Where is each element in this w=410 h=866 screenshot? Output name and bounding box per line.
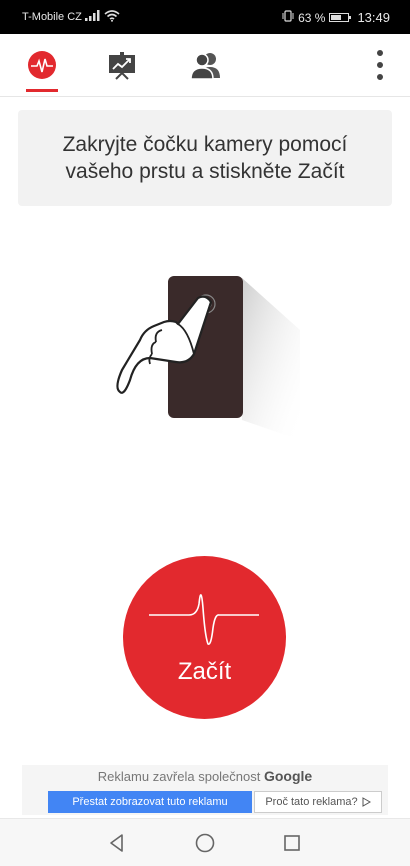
finger-on-phone-camera-icon bbox=[110, 270, 310, 440]
start-button[interactable]: Začít bbox=[123, 556, 286, 719]
ad-closed-brand: Google bbox=[263, 768, 313, 784]
ad-closed-text: Reklamu zavřela společnost bbox=[97, 769, 261, 784]
start-button-label: Začít bbox=[177, 658, 232, 685]
home-icon[interactable] bbox=[191, 829, 219, 857]
adchoices-icon bbox=[362, 797, 371, 807]
instruction-card: Zakryjte čočku kamery pomocí vašeho prst… bbox=[18, 110, 392, 206]
more-vertical-icon[interactable] bbox=[368, 50, 392, 80]
signal-icon bbox=[85, 10, 101, 24]
users-icon bbox=[190, 53, 220, 80]
tab-heart-rate[interactable] bbox=[12, 34, 72, 96]
back-icon[interactable] bbox=[103, 829, 131, 857]
carrier-name: T-Mobile CZ bbox=[22, 11, 82, 23]
ad-banner: Reklamu zavřela společnost Google Přesta… bbox=[22, 765, 388, 815]
clock: 13:49 bbox=[357, 10, 390, 25]
wifi-icon bbox=[104, 9, 120, 25]
trend-chart-icon bbox=[109, 52, 135, 80]
vibrate-icon bbox=[282, 10, 294, 25]
system-nav-bar bbox=[0, 818, 410, 866]
why-this-ad-label: Proč tato reklama? bbox=[265, 796, 358, 808]
heartbeat-wave-icon bbox=[149, 594, 259, 645]
why-this-ad-button[interactable]: Proč tato reklama? bbox=[254, 791, 382, 813]
tab-community[interactable] bbox=[176, 34, 236, 96]
instruction-text: Zakryjte čočku kamery pomocí vašeho prst… bbox=[62, 133, 348, 183]
recents-icon[interactable] bbox=[278, 829, 306, 857]
battery-percent: 63 % bbox=[298, 10, 326, 25]
ad-closed-notice: Reklamu zavřela společnost Google bbox=[22, 768, 388, 784]
battery-icon bbox=[329, 13, 352, 22]
app-toolbar bbox=[0, 34, 410, 97]
stop-showing-ad-button[interactable]: Přestat zobrazovat tuto reklamu bbox=[48, 791, 252, 813]
tab-statistics[interactable] bbox=[92, 34, 152, 96]
heartbeat-icon bbox=[28, 51, 56, 79]
status-bar: T-Mobile CZ 63 % 13:49 bbox=[0, 0, 410, 34]
